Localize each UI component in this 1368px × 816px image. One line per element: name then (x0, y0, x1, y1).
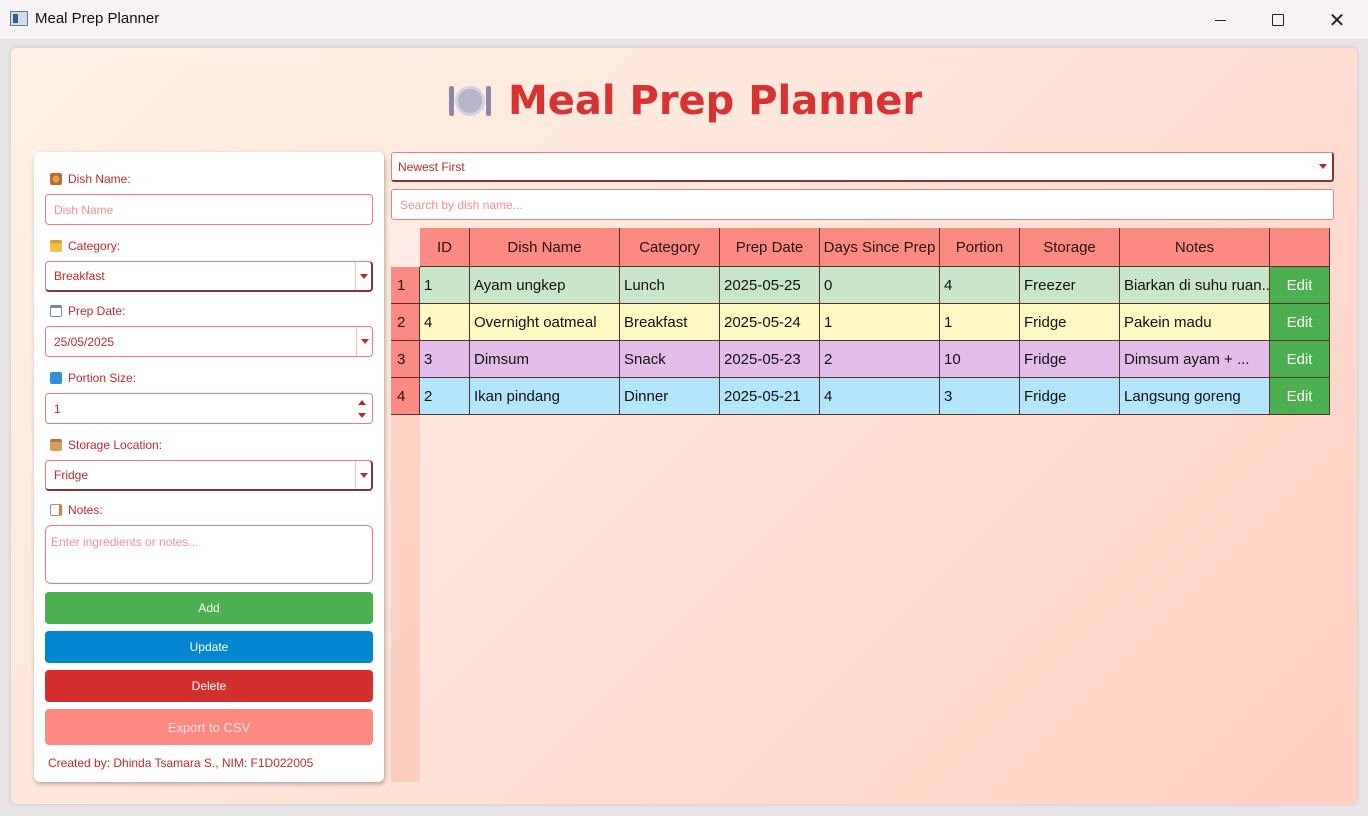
table-cell-days-since-prep[interactable]: 4 (820, 378, 940, 415)
table-cell-dish-name[interactable]: Overnight oatmeal (470, 304, 620, 341)
table-cell-days-since-prep[interactable]: 0 (820, 267, 940, 304)
table-cell-category[interactable]: Snack (620, 341, 720, 378)
table-cell-prep-date[interactable]: 2025-05-23 (720, 341, 820, 378)
window-title: Meal Prep Planner (35, 10, 160, 27)
numbers-icon (50, 372, 62, 384)
export-csv-button[interactable]: Export to CSV (45, 709, 373, 745)
update-button[interactable]: Update (45, 631, 373, 663)
prep-date-picker[interactable]: 25/05/2025 (45, 326, 373, 357)
table-cell-notes[interactable]: Pakein madu (1120, 304, 1270, 341)
table-cell-storage[interactable]: Fridge (1020, 341, 1120, 378)
column-header-prep-date[interactable]: Prep Date (720, 228, 820, 267)
maximize-button[interactable] (1248, 0, 1308, 40)
table-corner[interactable] (391, 228, 420, 267)
category-select[interactable]: Breakfast (45, 261, 373, 292)
table-cell-notes[interactable]: Dimsum ayam + ... (1120, 341, 1270, 378)
calendar-icon (50, 305, 62, 317)
edit-button[interactable]: Edit (1270, 378, 1330, 415)
table-cell-notes[interactable]: Biarkan di suhu ruan... (1120, 267, 1270, 304)
box-icon (50, 439, 62, 451)
credit-text: Created by: Dhinda Tsamara S., NIM: F1D0… (48, 756, 314, 770)
table-cell-days-since-prep[interactable]: 1 (820, 304, 940, 341)
table-cell-category[interactable]: Lunch (620, 267, 720, 304)
table-cell-portion[interactable]: 1 (940, 304, 1020, 341)
category-label: Category: (50, 239, 120, 253)
meal-table: ID Dish Name Category Prep Date Days Sin… (391, 228, 1334, 782)
table-cell-portion[interactable]: 3 (940, 378, 1020, 415)
table-cell-category[interactable]: Breakfast (620, 304, 720, 341)
storage-location-label: Storage Location: (50, 438, 162, 452)
folder-icon (50, 240, 62, 252)
page-title: Meal Prep Planner (507, 78, 923, 124)
maximize-icon (1272, 14, 1284, 26)
edit-button[interactable]: Edit (1270, 341, 1330, 378)
minimize-icon (1214, 19, 1226, 21)
table-cell-portion[interactable]: 10 (940, 341, 1020, 378)
plate-with-cutlery-icon (446, 81, 491, 121)
dish-name-label: Dish Name: (50, 172, 131, 186)
table-cell-storage[interactable]: Fridge (1020, 304, 1120, 341)
app-header: Meal Prep Planner (11, 76, 1357, 126)
column-header-days-since-prep[interactable]: Days Since Prep (820, 228, 940, 267)
row-number[interactable]: 3 (391, 341, 420, 378)
dish-name-input[interactable]: Dish Name (45, 194, 373, 225)
delete-button[interactable]: Delete (45, 670, 373, 702)
table-cell-id[interactable]: 3 (420, 341, 470, 378)
table-cell-storage[interactable]: Fridge (1020, 378, 1120, 415)
prep-date-label: Prep Date: (50, 304, 125, 318)
column-header-id[interactable]: ID (420, 228, 470, 267)
notes-label: Notes: (50, 503, 103, 517)
app-icon (10, 11, 28, 26)
column-header-portion[interactable]: Portion (940, 228, 1020, 267)
table-cell-id[interactable]: 2 (420, 378, 470, 415)
window-titlebar: Meal Prep Planner ✕ (0, 0, 1368, 40)
chevron-down-icon[interactable] (355, 262, 371, 290)
increment-arrow-icon[interactable] (356, 396, 368, 408)
portion-size-stepper[interactable]: 1 (45, 393, 373, 424)
main-panel: Meal Prep Planner Dish Name: Dish Name C… (11, 48, 1357, 804)
column-header-actions[interactable] (1270, 228, 1330, 267)
portion-size-label: Portion Size: (50, 371, 136, 385)
row-number[interactable]: 1 (391, 267, 420, 304)
chevron-down-icon[interactable] (355, 461, 371, 489)
row-number[interactable]: 4 (391, 378, 420, 415)
storage-location-select[interactable]: Fridge (45, 460, 373, 491)
search-input[interactable]: Search by dish name... (391, 189, 1334, 220)
table-cell-dish-name[interactable]: Ikan pindang (470, 378, 620, 415)
column-header-storage[interactable]: Storage (1020, 228, 1120, 267)
table-cell-days-since-prep[interactable]: 2 (820, 341, 940, 378)
table-cell-portion[interactable]: 4 (940, 267, 1020, 304)
edit-button[interactable]: Edit (1270, 267, 1330, 304)
minimize-button[interactable] (1190, 0, 1250, 40)
column-header-dish-name[interactable]: Dish Name (470, 228, 620, 267)
table-cell-prep-date[interactable]: 2025-05-25 (720, 267, 820, 304)
table-cell-prep-date[interactable]: 2025-05-21 (720, 378, 820, 415)
edit-button[interactable]: Edit (1270, 304, 1330, 341)
row-number[interactable]: 2 (391, 304, 420, 341)
column-header-notes[interactable]: Notes (1120, 228, 1270, 267)
table-cell-notes[interactable]: Langsung goreng (1120, 378, 1270, 415)
decrement-arrow-icon[interactable] (356, 409, 368, 421)
close-icon: ✕ (1328, 9, 1346, 32)
dish-icon (50, 173, 62, 185)
add-button[interactable]: Add (45, 592, 373, 624)
meal-form-panel: Dish Name: Dish Name Category: Breakfast… (34, 152, 384, 782)
table-cell-prep-date[interactable]: 2025-05-24 (720, 304, 820, 341)
table-cell-id[interactable]: 1 (420, 267, 470, 304)
notes-textarea[interactable]: Enter ingredients or notes... (45, 525, 373, 584)
table-cell-dish-name[interactable]: Dimsum (470, 341, 620, 378)
chevron-down-icon[interactable] (1316, 153, 1330, 180)
close-button[interactable]: ✕ (1307, 0, 1367, 40)
table-cell-category[interactable]: Dinner (620, 378, 720, 415)
table-cell-id[interactable]: 4 (420, 304, 470, 341)
sort-select[interactable]: Newest First (391, 152, 1334, 182)
table-cell-storage[interactable]: Freezer (1020, 267, 1120, 304)
table-cell-dish-name[interactable]: Ayam ungkep (470, 267, 620, 304)
chevron-down-icon[interactable] (356, 327, 372, 356)
column-header-category[interactable]: Category (620, 228, 720, 267)
memo-icon (50, 504, 62, 516)
